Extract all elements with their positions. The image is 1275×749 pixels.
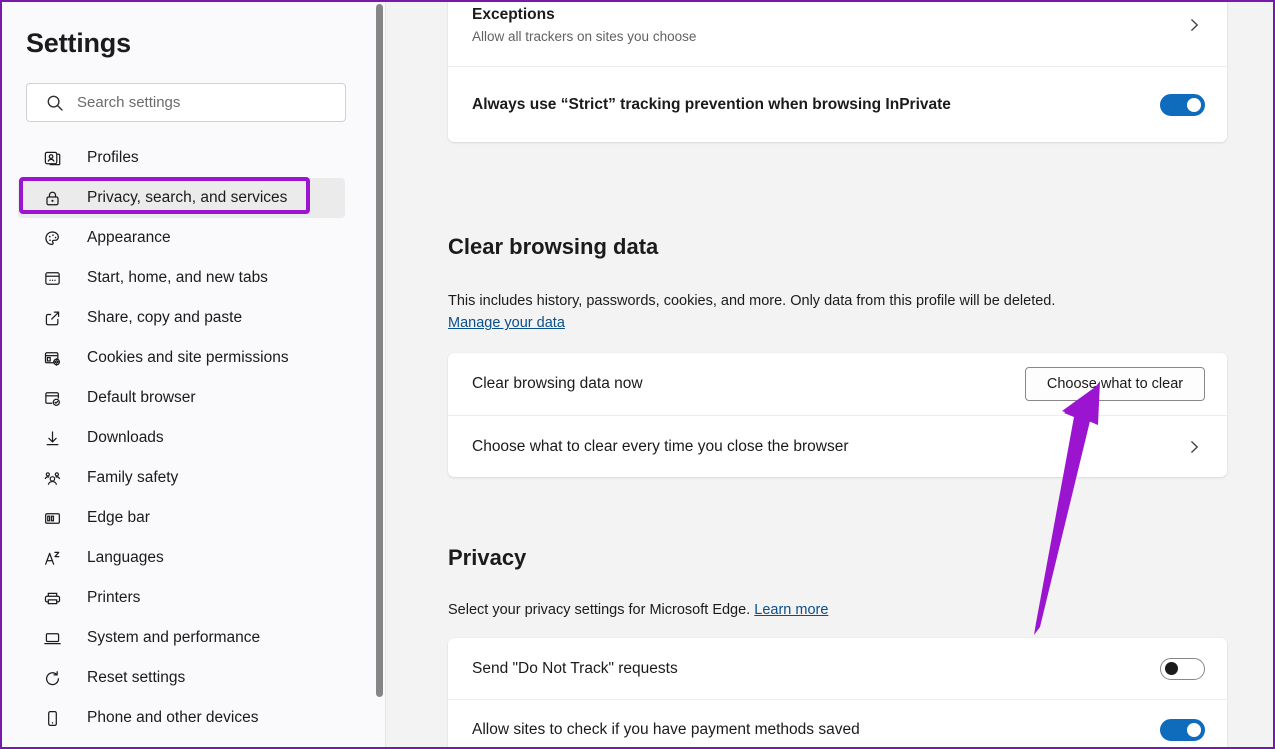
sidebar-item-printers[interactable]: Printers [18, 578, 345, 618]
clear-browsing-data-description-text: This includes history, passwords, cookie… [448, 293, 1056, 309]
sidebar-item-label: Downloads [87, 429, 164, 446]
clear-on-close-row[interactable]: Choose what to clear every time you clos… [448, 415, 1227, 477]
reset-arrow-icon [42, 668, 62, 688]
sidebar-item-start-home-and-new-tabs[interactable]: Start, home, and new tabs [18, 258, 345, 298]
default-browser-check-icon [42, 388, 62, 408]
sidebar-item-label: Printers [87, 589, 141, 606]
sidebar-item-cookies-and-site-permissions[interactable]: Cookies and site permissions [18, 338, 345, 378]
sidebar-item-label: Appearance [87, 229, 171, 246]
sidebar-item-profiles[interactable]: Profiles [18, 138, 345, 178]
tracking-prevention-card: View the sites that we've blocked from t… [448, 2, 1227, 142]
sidebar-nav: Profiles Privacy, search, and services A… [2, 138, 373, 738]
sidebar-item-label: Profiles [87, 149, 139, 166]
clear-browsing-data-description: This includes history, passwords, cookie… [448, 290, 1208, 335]
choose-what-to-clear-button[interactable]: Choose what to clear [1025, 367, 1205, 401]
printer-icon [42, 588, 62, 608]
sidebar-item-label: Reset settings [87, 669, 186, 686]
do-not-track-title: Send "Do Not Track" requests [472, 659, 678, 677]
page-title: Settings [26, 28, 131, 58]
clear-browsing-data-now-title: Clear browsing data now [472, 375, 643, 392]
sidebar-item-family-safety[interactable]: Family safety [18, 458, 345, 498]
sidebar-item-label: Family safety [87, 469, 179, 486]
strict-inprivate-toggle[interactable] [1160, 93, 1205, 116]
download-arrow-icon [42, 428, 62, 448]
privacy-description-text: Select your privacy settings for Microso… [448, 602, 751, 618]
edge-bar-icon [42, 508, 62, 528]
profile-card-icon [42, 148, 62, 168]
do-not-track-toggle[interactable] [1160, 657, 1205, 680]
sidebar-item-label: Share, copy and paste [87, 309, 243, 326]
laptop-icon [42, 628, 62, 648]
edge-settings-screenshot: Settings Profiles [0, 0, 1275, 749]
sidebar-item-system-and-performance[interactable]: System and performance [18, 618, 345, 658]
sidebar-item-label: Phone and other devices [87, 709, 259, 726]
search-settings-box[interactable] [26, 83, 346, 122]
sidebar-item-label: System and performance [87, 629, 261, 646]
lock-icon [42, 188, 62, 208]
clear-browsing-data-now-row: Clear browsing data now Choose what to c… [448, 353, 1227, 415]
payment-methods-row[interactable]: Allow sites to check if you have payment… [448, 699, 1227, 747]
palette-icon [42, 228, 62, 248]
sidebar-item-downloads[interactable]: Downloads [18, 418, 345, 458]
search-icon [45, 93, 65, 113]
sidebar-item-languages[interactable]: Languages [18, 538, 345, 578]
do-not-track-row[interactable]: Send "Do Not Track" requests [448, 638, 1227, 699]
sidebar-item-label: Cookies and site permissions [87, 349, 289, 366]
sidebar-scrollbar-thumb[interactable] [376, 4, 383, 697]
clear-browsing-data-card: Clear browsing data now Choose what to c… [448, 353, 1227, 477]
exceptions-subtitle: Allow all trackers on sites you choose [472, 28, 697, 44]
settings-sidebar: Settings Profiles [2, 2, 373, 747]
sidebar-item-edge-bar[interactable]: Edge bar [18, 498, 345, 538]
clear-browsing-data-heading: Clear browsing data [448, 234, 659, 259]
manage-your-data-link[interactable]: Manage your data [448, 315, 565, 331]
browser-window-icon [42, 268, 62, 288]
search-input[interactable] [65, 94, 345, 111]
sidebar-item-label: Start, home, and new tabs [87, 269, 268, 286]
languages-icon [42, 548, 62, 568]
clear-on-close-title: Choose what to clear every time you clos… [472, 437, 849, 455]
phone-icon [42, 708, 62, 728]
sidebar-item-share-copy-and-paste[interactable]: Share, copy and paste [18, 298, 345, 338]
privacy-description: Select your privacy settings for Microso… [448, 599, 1208, 621]
chevron-right-icon[interactable] [1183, 14, 1205, 36]
strict-inprivate-row[interactable]: Always use “Strict” tracking prevention … [448, 66, 1227, 142]
sidebar-item-appearance[interactable]: Appearance [18, 218, 345, 258]
sidebar-item-label: Languages [87, 549, 164, 566]
sidebar-item-label: Edge bar [87, 509, 150, 526]
privacy-heading: Privacy [448, 545, 527, 570]
sidebar-item-phone-and-other-devices[interactable]: Phone and other devices [18, 698, 345, 738]
settings-content: View the sites that we've blocked from t… [386, 2, 1273, 747]
family-people-icon [42, 468, 62, 488]
privacy-card: Send "Do Not Track" requests Allow sites… [448, 638, 1227, 747]
chevron-right-icon[interactable] [1183, 436, 1205, 458]
exceptions-title: Exceptions [472, 5, 555, 23]
sidebar-item-reset-settings[interactable]: Reset settings [18, 658, 345, 698]
sidebar-item-default-browser[interactable]: Default browser [18, 378, 345, 418]
share-icon [42, 308, 62, 328]
cookies-permissions-icon [42, 348, 62, 368]
exceptions-row[interactable]: Exceptions Allow all trackers on sites y… [448, 2, 1227, 66]
payment-methods-title: Allow sites to check if you have payment… [472, 721, 860, 738]
sidebar-item-label: Default browser [87, 389, 196, 406]
sidebar-item-privacy-search-and-services[interactable]: Privacy, search, and services [18, 178, 345, 218]
sidebar-item-label: Privacy, search, and services [87, 189, 288, 206]
strict-inprivate-title: Always use “Strict” tracking prevention … [472, 95, 951, 113]
learn-more-link[interactable]: Learn more [754, 602, 828, 618]
payment-methods-toggle[interactable] [1160, 719, 1205, 741]
